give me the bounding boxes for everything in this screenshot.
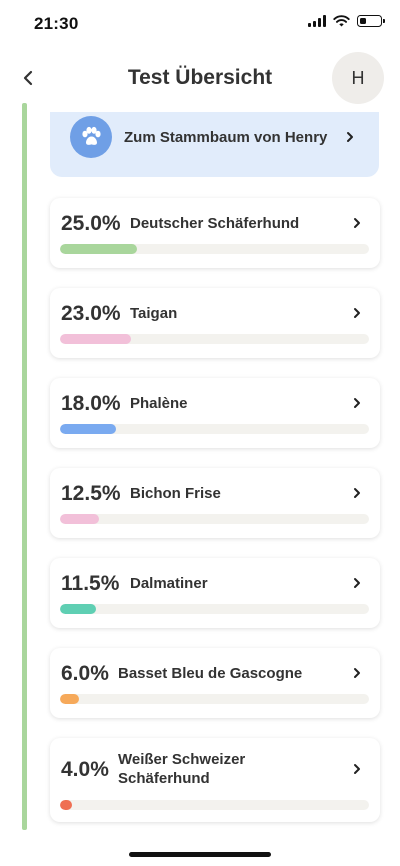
breed-card[interactable]: 6.0% Basset Bleu de Gascogne (50, 648, 380, 718)
progress-fill (60, 514, 99, 524)
progress-fill (60, 800, 73, 810)
progress-fill (60, 424, 116, 434)
breed-percent: 11.5% (61, 572, 120, 595)
family-tree-button[interactable]: Zum Stammbaum von Henry (50, 112, 379, 177)
chevron-right-icon (354, 398, 360, 408)
breed-percent: 18.0% (61, 392, 121, 415)
breed-name: Basset Bleu de Gascogne (118, 665, 303, 682)
breed-name: Deutscher Schäferhund (130, 215, 300, 232)
breed-percent: 6.0% (61, 662, 109, 685)
chevron-right-icon (354, 668, 360, 678)
breed-percent: 25.0% (61, 212, 121, 235)
status-bar: 21:30 (0, 0, 400, 50)
progress-fill (60, 244, 138, 254)
wifi-icon (333, 15, 350, 27)
breed-card[interactable]: 4.0% Weißer Schweizer Schäferhund (50, 738, 380, 822)
breed-name: Bichon Frise (130, 485, 221, 502)
progress-track (60, 604, 369, 614)
status-icons (308, 15, 385, 27)
progress-fill (60, 334, 132, 344)
progress-fill (60, 604, 96, 614)
breed-name: Taigan (130, 305, 178, 322)
chevron-right-icon (347, 132, 353, 142)
status-time: 21:30 (34, 14, 79, 33)
progress-track (60, 334, 369, 344)
battery-icon (357, 15, 385, 27)
progress-track (60, 694, 369, 704)
progress-track (60, 244, 369, 254)
paw-icon (70, 116, 112, 158)
breed-percent: 12.5% (61, 482, 121, 505)
breed-card[interactable]: 18.0% Phalène (50, 378, 380, 448)
breed-percent: 23.0% (61, 302, 121, 325)
progress-fill (60, 694, 79, 704)
chevron-right-icon (354, 218, 360, 228)
chevron-right-icon (354, 578, 360, 588)
signal-icon (308, 15, 326, 27)
breed-card[interactable]: 25.0% Deutscher Schäferhund (50, 198, 380, 268)
progress-track (60, 514, 369, 524)
breed-card[interactable]: 12.5% Bichon Frise (50, 468, 380, 538)
chevron-right-icon (354, 764, 360, 774)
chevron-right-icon (354, 308, 360, 318)
breed-name: Dalmatiner (130, 575, 208, 592)
chevron-right-icon (354, 488, 360, 498)
breed-percent: 4.0% (61, 758, 109, 781)
breed-card[interactable]: 11.5% Dalmatiner (50, 558, 380, 628)
progress-track (60, 424, 369, 434)
breed-name: Weißer Schweizer Schäferhund (118, 751, 246, 787)
breed-card[interactable]: 23.0% Taigan (50, 288, 380, 358)
progress-track (60, 800, 369, 810)
home-indicator (129, 852, 271, 857)
avatar[interactable]: H (332, 52, 384, 104)
family-tree-label: Zum Stammbaum von Henry (124, 129, 328, 146)
side-line (22, 103, 27, 830)
header: Test Übersicht H (0, 50, 400, 106)
breed-list: 25.0% Deutscher Schäferhund 23.0% Taigan 18.… (50, 198, 380, 842)
breed-name: Phalène (130, 395, 188, 412)
